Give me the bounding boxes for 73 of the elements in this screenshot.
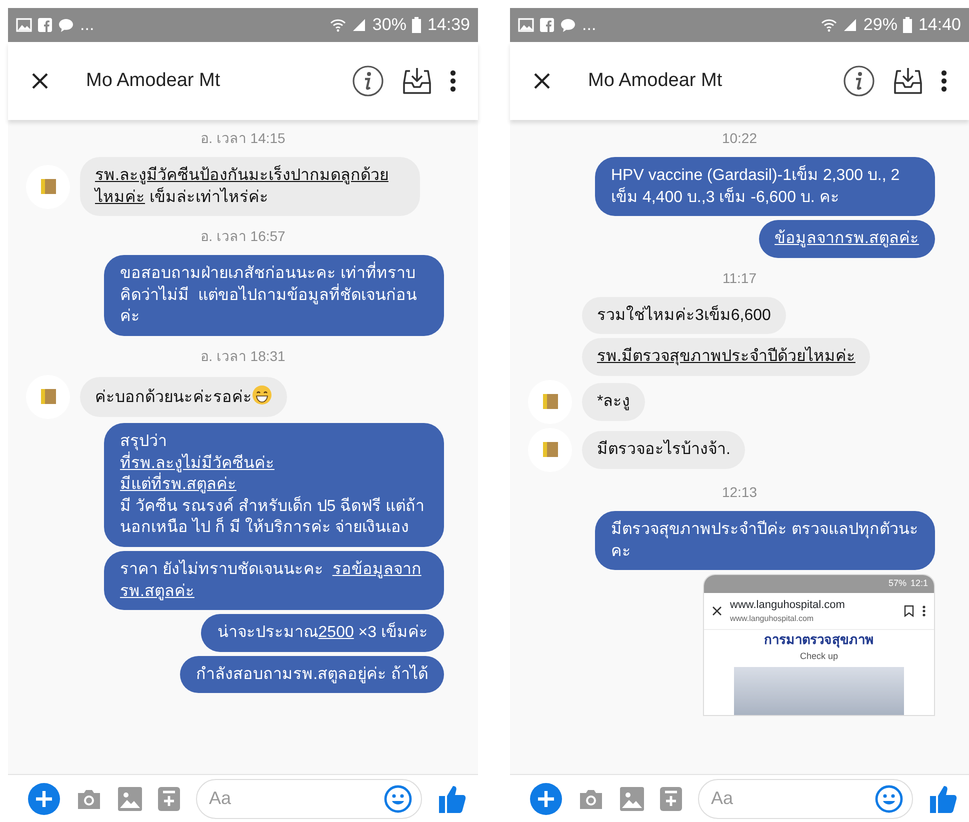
contact-name: Mo Amodear Mt	[588, 68, 724, 93]
battery-percent: 57%	[888, 577, 906, 590]
inbox-download-icon[interactable]	[402, 66, 432, 96]
image-icon	[16, 18, 32, 32]
sent-message: มีตรวจสุขภาพประจำปีค่ะ ตรวจแลปทุกตัวนะคะ	[595, 510, 935, 570]
info-icon[interactable]	[843, 65, 875, 97]
contact-name: Mo Amodear Mt	[86, 68, 222, 93]
sent-message: กำลังสอบถามรพ.สตูลอยู่ค่ะ ถ้าได้	[180, 656, 444, 694]
battery-icon	[903, 17, 912, 33]
wifi-icon	[821, 18, 838, 32]
signal-icon	[843, 18, 858, 32]
emoji-icon[interactable]	[384, 784, 412, 812]
avatar-photo	[542, 442, 558, 458]
plus-icon[interactable]	[28, 782, 60, 814]
facebook-icon	[540, 18, 554, 32]
received-message: ค่ะบอกด้วยนะค่ะรอค่ะ	[80, 377, 287, 417]
inbox-download-icon[interactable]	[893, 66, 923, 96]
battery-icon	[412, 17, 422, 33]
received-message: *ละงู	[582, 383, 646, 421]
message-timestamp: อ. เวลา 14:15	[200, 129, 286, 148]
message-timestamp: 12:13	[722, 482, 758, 502]
battery-percent: 29%	[863, 14, 898, 36]
sent-message: ข้อมูลจากรพ.สตูลค่ะ	[758, 220, 935, 258]
clock-time: 14:39	[427, 14, 470, 36]
shared-screenshot[interactable]: 57% 12:1 www.languhospital.com www.languhospital.com การมาตรวจสุขภาพ Check up	[703, 574, 935, 716]
received-message: รวมใช่ไหมค่ะ3เข็ม6,600	[582, 296, 786, 334]
thumbs-up-icon[interactable]	[438, 784, 466, 814]
more-menu-icon[interactable]	[941, 70, 947, 92]
more-menu-icon[interactable]	[450, 70, 456, 92]
close-icon	[712, 606, 722, 616]
facebook-icon	[38, 18, 52, 32]
more-notifications-text: ...	[582, 14, 596, 36]
chat-bubble-icon	[560, 18, 576, 32]
sticker-icon[interactable]	[660, 786, 682, 810]
message-timestamp: 10:22	[722, 129, 758, 148]
bookmark-icon	[904, 604, 914, 617]
page-url-small: www.languhospital.com	[730, 613, 815, 626]
message-timestamp: 11:17	[722, 268, 756, 288]
banner-subtitle: Check up	[798, 650, 840, 663]
banner-title: การมาตรวจสุขภาพ	[763, 631, 875, 650]
received-message: รพ.มีตรวจสุขภาพประจำปีด้วยไหมค่ะ	[582, 338, 870, 376]
avatar-photo	[40, 389, 56, 404]
avatar-photo	[542, 394, 558, 410]
wifi-icon	[330, 18, 346, 32]
signal-icon	[352, 18, 366, 32]
received-message: รพ.ละงูมีวัคซีนป้องกันมะเร็งปากมดลูกด้วยไหมค่ะ เข็มล่ะเท่าไหร่ค่ะ	[80, 157, 420, 216]
sent-message: ราคา ยังไม่ทราบชัดเจนนะคะ รอข้อมูลจากรพ.สตูลค่ะ	[104, 550, 444, 610]
image-icon[interactable]	[620, 786, 644, 810]
image-icon[interactable]	[118, 786, 142, 810]
clock-time: 14:40	[918, 14, 961, 36]
sticker-icon[interactable]	[158, 786, 180, 810]
avatar-photo	[40, 179, 56, 194]
plus-icon[interactable]	[530, 782, 562, 814]
emoji-icon[interactable]	[875, 784, 903, 812]
image-icon	[518, 18, 534, 32]
more-menu-icon	[922, 604, 926, 617]
thumbs-up-icon[interactable]	[929, 784, 957, 814]
sent-message: ขอสอบถามฝ่ายเภสัชก่อนนะคะ เท่าที่ทราบคิดว่าไม่มี แต่ขอไปถามข้อมูลที่ชัดเจนก่อนค่ะ	[104, 255, 444, 336]
message-timestamp: อ. เวลา 16:57	[200, 227, 286, 246]
battery-percent: 30%	[372, 14, 406, 36]
sent-message: น่าจะประมาณ2500 ×3 เข็มค่ะ	[201, 614, 444, 652]
sent-message: HPV vaccine (Gardasil)-1เข็ม 2,300 บ., 2 เข็ม 4,400 บ.,3 เข็ม -6,600 บ. คะ	[595, 157, 935, 216]
clock-time: 12:1	[910, 577, 928, 590]
message-input[interactable]: Aa	[698, 778, 913, 818]
message-input[interactable]: Aa	[196, 778, 422, 818]
grinning-emoji-icon	[252, 385, 272, 406]
more-notifications-text: ...	[80, 14, 94, 36]
info-icon[interactable]	[352, 65, 384, 97]
page-url: www.languhospital.com	[730, 598, 846, 613]
received-message: มีตรวจอะไรบ้างจ้า.	[582, 431, 746, 469]
message-timestamp: อ. เวลา 18:31	[200, 346, 286, 366]
chat-bubble-icon	[58, 18, 74, 32]
sent-message: สรุปว่า ที่รพ.ละงูไม่มีวัคซีนค่ะ มีแต่ที่รพ.สตูลค่ะ มี วัคซีน รณรงค์ สำหรับเด็ก ป5 ฉีดฟรี แต่ถ้านอกเหนือ ไป ก็ มี ให้บริการค่ะ จ่ายเงินเอง	[104, 422, 444, 547]
